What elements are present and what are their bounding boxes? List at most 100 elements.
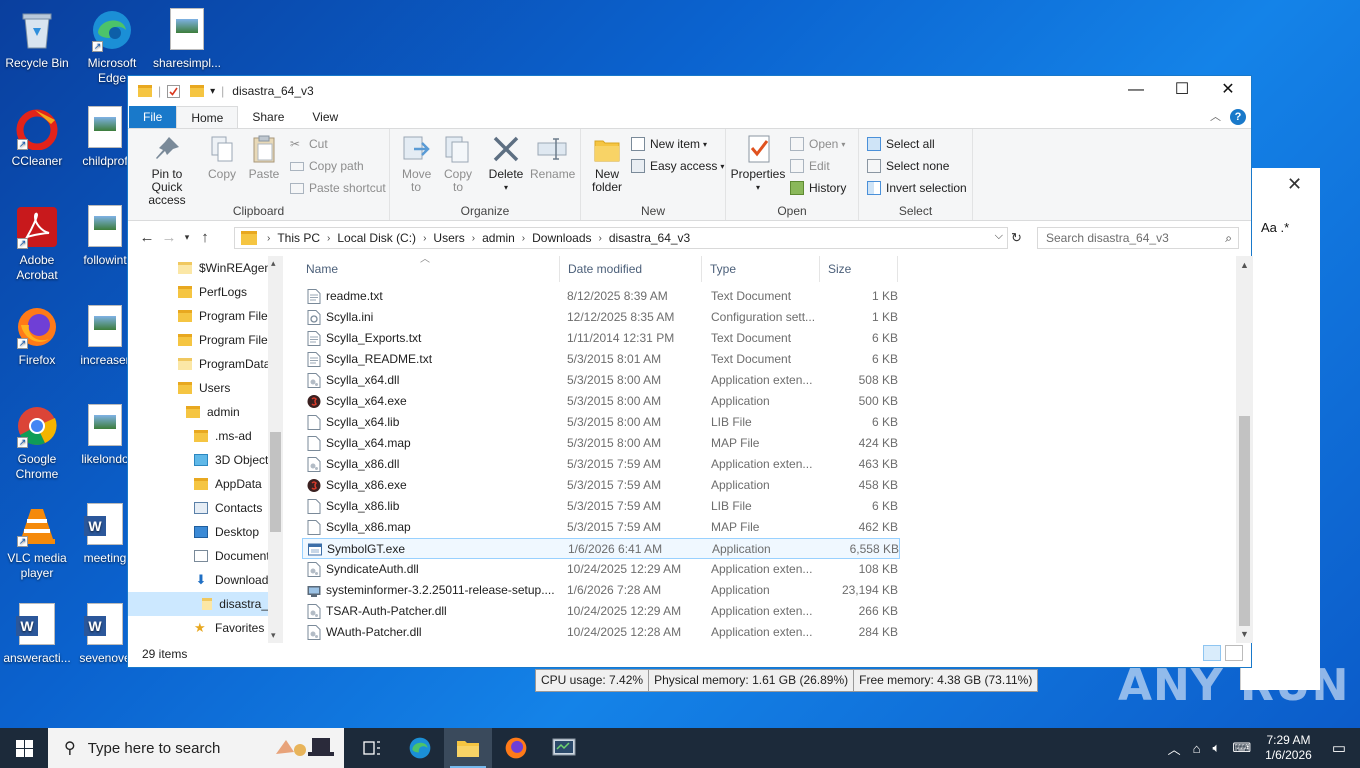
tab-file[interactable]: File bbox=[129, 106, 177, 128]
cut-button[interactable]: ✂ Cut bbox=[290, 137, 328, 151]
scroll-up-icon[interactable]: ▲ bbox=[1240, 260, 1249, 270]
desktop-icon-increaser[interactable]: increaser bbox=[75, 305, 135, 368]
rename-button[interactable]: Rename bbox=[530, 133, 575, 181]
file-list-scrollbar[interactable]: ▲ ▼ bbox=[1236, 256, 1253, 643]
nav-item-perflogs[interactable]: PerfLogs bbox=[178, 280, 247, 304]
nav-item-downloads[interactable]: ⬇ Downloads bbox=[194, 568, 275, 592]
show-hidden-icons-icon[interactable]: ︿ bbox=[1168, 739, 1181, 758]
chevron-right-icon[interactable]: › bbox=[522, 233, 525, 244]
copy-to-button[interactable]: Copy to bbox=[440, 133, 476, 194]
maximize-button[interactable]: ☐ bbox=[1159, 76, 1205, 104]
address-dropdown-icon[interactable]: ⌵ bbox=[995, 230, 1003, 243]
nav-item-favorites[interactable]: ★ Favorites bbox=[194, 616, 264, 640]
open-button[interactable]: Open ▾ bbox=[790, 137, 845, 151]
paste-button[interactable]: Paste bbox=[244, 133, 284, 181]
desktop-icon-ccleaner[interactable]: ↗ CCleaner bbox=[0, 106, 74, 169]
breadcrumb-admin[interactable]: admin bbox=[482, 231, 515, 245]
desktop-icon-sevenove[interactable]: W sevenove bbox=[75, 603, 135, 666]
back-arrow-icon[interactable]: ← bbox=[136, 229, 158, 246]
nav-item-contacts[interactable]: Contacts bbox=[194, 496, 262, 520]
find-options-icon[interactable]: Aa .* bbox=[1261, 220, 1289, 235]
address-bar[interactable]: › This PC › Local Disk (C:) › Users › ad… bbox=[234, 227, 1008, 249]
file-row[interactable]: Scylla_x64.dll 5/3/2015 8:00 AM Applicatio… bbox=[302, 370, 900, 391]
desktop-icon-firefox[interactable]: ↗ Firefox bbox=[0, 305, 74, 368]
breadcrumb-current[interactable]: disastra_64_v3 bbox=[609, 231, 690, 245]
nav-item-disastra[interactable]: disastra_ bbox=[128, 592, 268, 616]
nav-item-admin[interactable]: admin bbox=[186, 400, 240, 424]
properties-button[interactable]: Properties ▾ bbox=[730, 133, 786, 194]
easy-access-button[interactable]: Easy access ▾ bbox=[631, 159, 724, 173]
file-row[interactable]: Scylla.ini 12/12/2025 8:35 AM Configuratio… bbox=[302, 307, 900, 328]
column-header-name[interactable]: Name ︿ bbox=[298, 254, 560, 282]
column-header-size[interactable]: Size bbox=[820, 256, 898, 282]
chevron-right-icon[interactable]: › bbox=[423, 233, 426, 244]
nav-item-program-files[interactable]: Program Files bbox=[178, 304, 274, 328]
file-row[interactable]: Scylla_x64.exe 5/3/2015 8:00 AM Applicatio… bbox=[302, 391, 900, 412]
help-icon[interactable]: ? bbox=[1230, 109, 1246, 125]
nav-item-winreagent[interactable]: $WinREAgent bbox=[178, 256, 274, 280]
desktop-icon-recycle-bin[interactable]: Recycle Bin bbox=[0, 8, 74, 71]
invert-selection-button[interactable]: Invert selection bbox=[867, 181, 967, 195]
edit-button[interactable]: Edit bbox=[790, 159, 830, 173]
file-row[interactable]: Scylla_x86.exe 5/3/2015 7:59 AM Applicatio… bbox=[302, 475, 900, 496]
copy-path-button[interactable]: Copy path bbox=[290, 159, 364, 173]
nav-item-programdata[interactable]: ProgramData bbox=[178, 352, 270, 376]
up-arrow-icon[interactable]: ↑ bbox=[194, 229, 216, 246]
nav-item-users[interactable]: Users bbox=[178, 376, 230, 400]
desktop-icon-sharesimpl[interactable]: sharesimpl... bbox=[150, 8, 224, 71]
file-row[interactable]: Scylla_x86.lib 5/3/2015 7:59 AM LIB File 6 … bbox=[302, 496, 900, 517]
breadcrumb-downloads[interactable]: Downloads bbox=[532, 231, 591, 245]
scroll-up-icon[interactable]: ▴ bbox=[271, 258, 276, 269]
nav-item-appdata[interactable]: AppData bbox=[194, 472, 262, 496]
nav-item-ms-ad[interactable]: .ms-ad bbox=[194, 424, 252, 448]
copy-button[interactable]: Copy bbox=[204, 133, 240, 181]
column-header-type[interactable]: Type bbox=[702, 256, 820, 282]
new-item-button[interactable]: New item ▾ bbox=[631, 137, 707, 151]
start-button[interactable] bbox=[0, 728, 48, 768]
search-input[interactable]: Search disastra_64_v3 ⌕ bbox=[1037, 227, 1239, 249]
scrollbar-thumb[interactable] bbox=[270, 432, 281, 532]
move-to-button[interactable]: Move to bbox=[398, 133, 434, 194]
collapse-ribbon-icon[interactable]: ︿ bbox=[1210, 108, 1221, 124]
tab-share[interactable]: Share bbox=[238, 106, 298, 128]
navigation-scrollbar[interactable]: ▴ ▾ bbox=[268, 256, 283, 643]
input-language-icon[interactable]: ⌨ bbox=[1232, 740, 1251, 756]
taskbar-file-explorer[interactable] bbox=[444, 728, 492, 768]
nav-item-program-files-x86[interactable]: Program Files bbox=[178, 328, 274, 352]
file-row[interactable]: Scylla_x86.map 5/3/2015 7:59 AM MAP File 46… bbox=[302, 517, 900, 538]
properties-check-icon[interactable] bbox=[167, 84, 181, 98]
new-folder-quick-icon[interactable] bbox=[190, 85, 205, 97]
desktop-icon-meeting[interactable]: W meeting bbox=[75, 503, 135, 566]
close-button[interactable]: ✕ bbox=[1205, 76, 1251, 104]
volume-icon[interactable]: 🔈︎ bbox=[1213, 740, 1221, 756]
new-folder-button[interactable]: New folder bbox=[589, 133, 625, 194]
scroll-down-icon[interactable]: ▼ bbox=[1240, 629, 1249, 639]
properties-dropdown-icon[interactable]: ▾ bbox=[730, 181, 786, 194]
nav-item-documents[interactable]: Documents bbox=[194, 544, 276, 568]
file-row[interactable]: systeminformer-3.2.25011-release-setup..… bbox=[302, 580, 900, 601]
recent-locations-icon[interactable]: ▾ bbox=[180, 232, 194, 243]
network-icon[interactable]: ⌂ bbox=[1193, 741, 1201, 756]
chevron-right-icon[interactable]: › bbox=[599, 233, 602, 244]
delete-dropdown-icon[interactable]: ▾ bbox=[486, 181, 526, 194]
delete-button[interactable]: Delete ▾ bbox=[486, 133, 526, 194]
task-view-button[interactable] bbox=[348, 728, 396, 768]
select-none-button[interactable]: Select none bbox=[867, 159, 949, 173]
close-icon[interactable]: ✕ bbox=[1287, 174, 1302, 195]
breadcrumb-this-pc[interactable]: This PC bbox=[277, 231, 320, 245]
paste-shortcut-button[interactable]: Paste shortcut bbox=[290, 181, 386, 195]
taskbar-search-box[interactable]: ⚲ Type here to search bbox=[48, 728, 344, 768]
taskbar-edge[interactable] bbox=[396, 728, 444, 768]
file-row[interactable]: Scylla_Exports.txt 1/11/2014 12:31 PM Text… bbox=[302, 328, 900, 349]
select-all-button[interactable]: Select all bbox=[867, 137, 935, 151]
desktop-icon-answeracti[interactable]: W answeracti... bbox=[0, 603, 74, 666]
nav-item-desktop[interactable]: Desktop bbox=[194, 520, 259, 544]
scrollbar-thumb[interactable] bbox=[1239, 416, 1250, 626]
file-row[interactable]: Scylla_x64.lib 5/3/2015 8:00 AM LIB File 6 … bbox=[302, 412, 900, 433]
taskbar-process-tool[interactable] bbox=[540, 728, 588, 768]
clock[interactable]: 7:29 AM 1/6/2026 bbox=[1265, 733, 1312, 763]
desktop-icon-likelondo[interactable]: likelondo bbox=[75, 404, 135, 467]
nav-item-3d-objects[interactable]: 3D Objects bbox=[194, 448, 274, 472]
customize-quick-access-icon[interactable]: ▾ bbox=[210, 86, 215, 97]
desktop-icon-chrome[interactable]: ↗ Google Chrome bbox=[0, 404, 74, 482]
